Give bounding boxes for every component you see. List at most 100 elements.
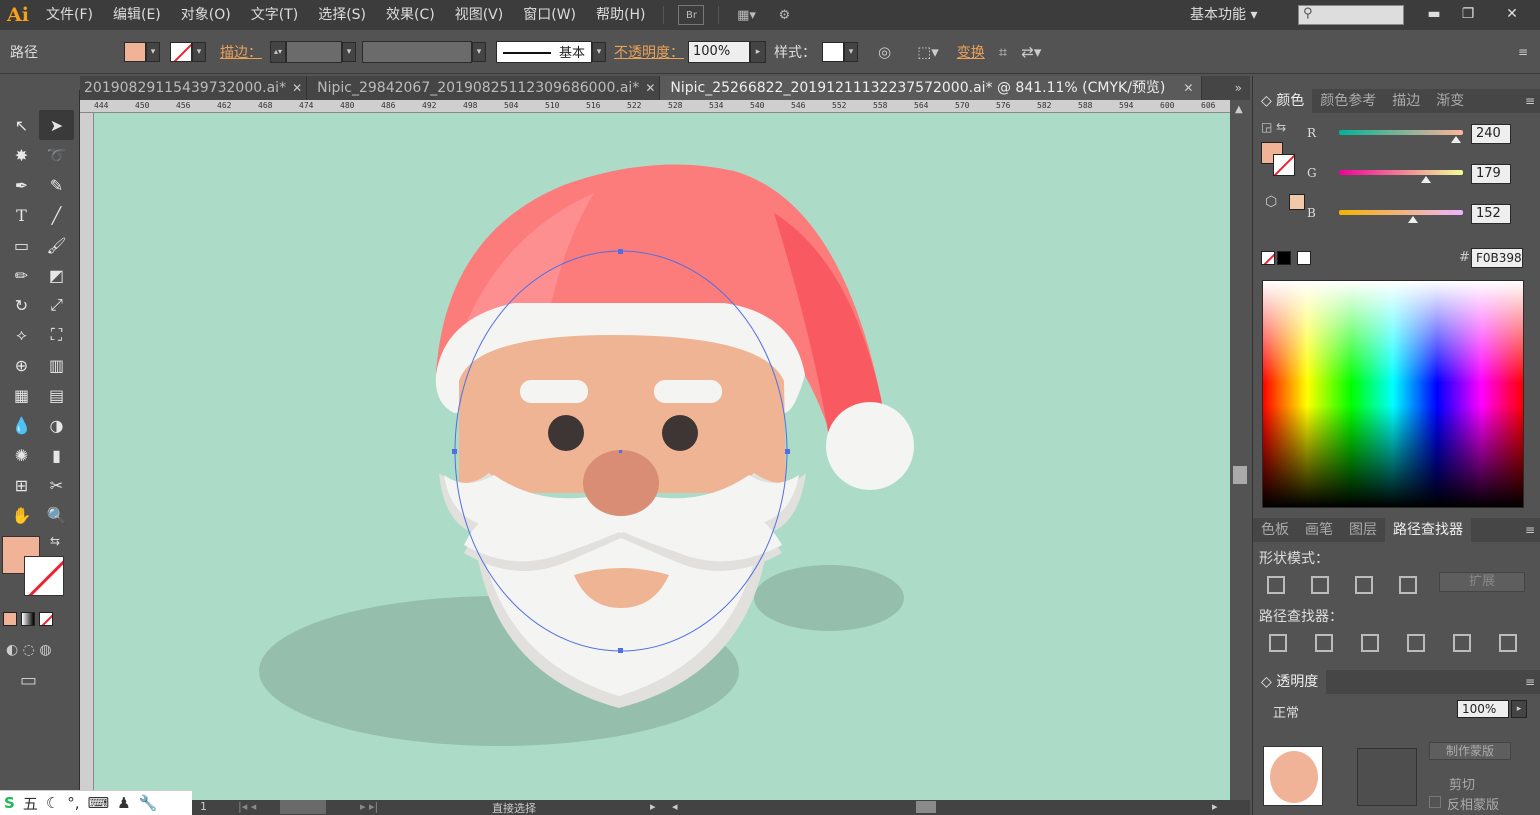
panel-stroke-swatch[interactable]: [1273, 154, 1295, 176]
anchor-point-top[interactable]: [618, 249, 623, 254]
fill-dropdown[interactable]: ▾: [146, 41, 160, 62]
tab-pathfinder[interactable]: 路径查找器: [1385, 518, 1471, 542]
outline-icon[interactable]: [1453, 634, 1471, 652]
color-mode-icon[interactable]: [3, 612, 17, 626]
symbol-sprayer-tool-icon[interactable]: ✺: [4, 440, 39, 470]
red-slider-thumb[interactable]: [1450, 136, 1461, 143]
exclude-icon[interactable]: [1399, 576, 1417, 594]
black-swatch[interactable]: [1277, 251, 1291, 265]
blend-mode-select[interactable]: 正常: [1273, 702, 1299, 721]
control-menu-icon[interactable]: ≡: [1518, 45, 1528, 59]
tab-swatches[interactable]: 色板: [1253, 518, 1297, 542]
swap-colors-icon[interactable]: ⇆: [50, 534, 60, 548]
vertical-scrollbar[interactable]: ▲: [1230, 100, 1250, 800]
selection-tool-icon[interactable]: ↖: [4, 110, 39, 140]
stroke-swatch[interactable]: [170, 41, 192, 62]
tab-stroke[interactable]: 描边: [1384, 89, 1428, 113]
pen-tool-icon[interactable]: ✒: [4, 170, 39, 200]
line-tool-icon[interactable]: ╱: [39, 200, 74, 230]
bridge-button[interactable]: Br: [678, 5, 705, 25]
keyboard-icon[interactable]: ⌨: [88, 794, 110, 812]
help-search-input[interactable]: ⚲: [1298, 5, 1404, 25]
menu-view[interactable]: 视图(V): [445, 0, 514, 30]
stroke-dropdown[interactable]: ▾: [192, 41, 206, 62]
panel-menu-icon[interactable]: ≡: [1525, 523, 1535, 537]
minus-back-icon[interactable]: [1499, 634, 1517, 652]
user-icon[interactable]: ♟: [117, 794, 130, 812]
stroke-weight-input[interactable]: [286, 40, 342, 63]
opacity-panel-link[interactable]: 不透明度：: [614, 42, 684, 62]
mask-thumbnail[interactable]: [1357, 748, 1417, 806]
object-thumbnail[interactable]: [1263, 746, 1323, 806]
doc-tab[interactable]: Nipic_29842067_20190825112309686000.ai* ✕: [307, 76, 661, 100]
hand-tool-icon[interactable]: ✋: [4, 500, 39, 530]
brush-definition[interactable]: 基本: [496, 40, 592, 63]
moon-icon[interactable]: ☾: [46, 794, 59, 812]
width-profile-dropdown[interactable]: ▾: [472, 41, 486, 62]
minimize-button[interactable]: ▬: [1416, 0, 1452, 28]
transform-panel-link[interactable]: 变换: [957, 42, 985, 62]
close-icon[interactable]: ✕: [1183, 81, 1193, 95]
curvature-tool-icon[interactable]: ✎: [39, 170, 74, 200]
more-tabs-icon[interactable]: »: [1235, 76, 1242, 100]
menu-select[interactable]: 选择(S): [308, 0, 376, 30]
anchor-point-bottom[interactable]: [618, 648, 623, 653]
lasso-tool-icon[interactable]: ➰: [39, 140, 74, 170]
menu-file[interactable]: 文件(F): [36, 0, 103, 30]
menu-object[interactable]: 对象(O): [171, 0, 241, 30]
eyedropper-tool-icon[interactable]: 💧: [4, 410, 39, 440]
gradient-mode-icon[interactable]: [21, 612, 35, 626]
tab-layers[interactable]: 图层: [1341, 518, 1385, 542]
restore-button[interactable]: ❐: [1450, 0, 1486, 28]
align-to-icon[interactable]: ⬚▾: [917, 43, 939, 61]
workspace-switcher[interactable]: 基本功能 ▾: [1190, 4, 1257, 24]
anchor-point-right[interactable]: [785, 449, 790, 454]
intersect-icon[interactable]: [1355, 576, 1373, 594]
slice-tool-icon[interactable]: ✂: [39, 470, 74, 500]
gradient-tool-icon[interactable]: ▤: [39, 380, 74, 410]
blue-slider-thumb[interactable]: [1408, 216, 1419, 223]
hex-input[interactable]: F0B398: [1471, 248, 1523, 268]
stroke-weight-stepper[interactable]: ▴▾: [270, 40, 286, 63]
santa-illustration[interactable]: [94, 113, 1230, 800]
tab-transparency[interactable]: ◇ 透明度: [1253, 670, 1327, 694]
recolor-artwork-icon[interactable]: ◎: [878, 43, 891, 61]
red-value-input[interactable]: 240: [1471, 124, 1511, 144]
tab-brushes[interactable]: 画笔: [1297, 518, 1341, 542]
ime-mode-label[interactable]: 五: [23, 793, 38, 814]
pencil-tool-icon[interactable]: ✏: [4, 260, 39, 290]
scale-tool-icon[interactable]: ⤢: [39, 290, 74, 320]
tab-color-guide[interactable]: 颜色参考: [1312, 89, 1384, 113]
anchor-point-left[interactable]: [452, 449, 457, 454]
stroke-color-box[interactable]: [24, 556, 64, 596]
transparency-opacity-input[interactable]: 100%: [1457, 700, 1509, 718]
direct-selection-tool-icon[interactable]: ➤: [39, 110, 74, 140]
settings-wrench-icon[interactable]: 🔧: [139, 794, 158, 812]
variable-width-profile[interactable]: [362, 40, 472, 63]
width-tool-icon[interactable]: ⟡: [4, 320, 39, 350]
menu-effect[interactable]: 效果(C): [376, 0, 445, 30]
make-mask-button[interactable]: 制作蒙版: [1429, 742, 1511, 760]
artboard-number[interactable]: 1: [200, 800, 207, 813]
punctuation-icon[interactable]: °,: [67, 794, 79, 812]
shape-builder-tool-icon[interactable]: ⊕: [4, 350, 39, 380]
isolate-object-icon[interactable]: ⌗: [999, 43, 1007, 61]
transparency-opacity-slider-button[interactable]: ▸: [1511, 700, 1527, 718]
divide-icon[interactable]: [1269, 634, 1287, 652]
green-slider-thumb[interactable]: [1420, 176, 1431, 183]
artboard-canvas[interactable]: [94, 113, 1230, 800]
graphic-style-swatch[interactable]: [822, 41, 844, 62]
scroll-up-icon[interactable]: ▲: [1235, 104, 1243, 115]
doc-tab-active[interactable]: Nipic_25266822_20191211132237572000.ai* …: [660, 76, 1203, 100]
arrange-documents-icon[interactable]: ▦▾: [733, 5, 759, 25]
blue-value-input[interactable]: 152: [1471, 204, 1511, 224]
red-slider[interactable]: [1339, 130, 1463, 135]
green-value-input[interactable]: 179: [1471, 164, 1511, 184]
opacity-input[interactable]: 100%: [688, 40, 750, 63]
free-transform-tool-icon[interactable]: ⛶: [39, 320, 74, 350]
perspective-grid-tool-icon[interactable]: ▥: [39, 350, 74, 380]
rectangle-tool-icon[interactable]: ▭: [4, 230, 39, 260]
eraser-tool-icon[interactable]: ◩: [39, 260, 74, 290]
doc-tab[interactable]: 20190829115439732000.ai* ✕: [80, 76, 308, 100]
menu-window[interactable]: 窗口(W): [513, 0, 586, 30]
